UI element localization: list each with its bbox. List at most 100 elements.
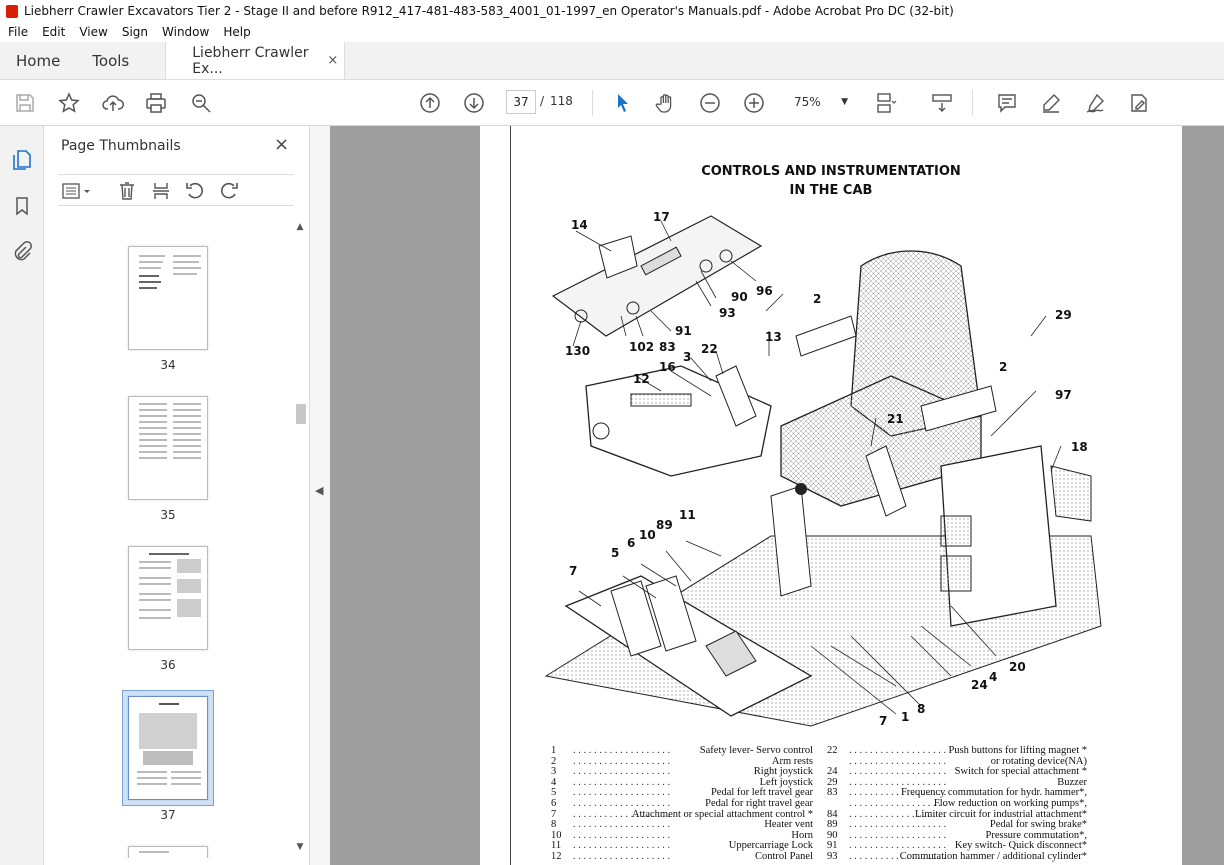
- thumbnail-page[interactable]: [128, 246, 208, 350]
- callout-label: 18: [1071, 440, 1088, 454]
- rotate-ccw-icon[interactable]: [184, 181, 206, 201]
- legend-number: 12: [551, 850, 562, 862]
- tab-tools[interactable]: Tools: [76, 42, 145, 79]
- callout-label: 24: [971, 678, 988, 692]
- thumbnail-page[interactable]: [128, 396, 208, 500]
- callout-label: 1: [901, 710, 910, 724]
- legend-leader-dots: . . . . . . . . . . . . . . . . . . . . …: [849, 830, 949, 841]
- callout-label: 3: [683, 350, 692, 364]
- delete-page-icon[interactable]: [116, 181, 138, 201]
- next-page-icon[interactable]: [462, 91, 486, 115]
- title-bar: Liebherr Crawler Excavators Tier 2 - Sta…: [0, 0, 1224, 22]
- page-separator: /: [540, 94, 545, 108]
- tab-home[interactable]: Home: [0, 42, 76, 79]
- bookmark-star-icon[interactable]: [57, 91, 81, 115]
- callout-label: 93: [719, 306, 736, 320]
- acrobat-app-icon: [6, 4, 18, 18]
- rotate-cw-icon[interactable]: [218, 181, 240, 201]
- menu-sign[interactable]: Sign: [122, 25, 148, 39]
- zoom-out-icon[interactable]: [698, 91, 722, 115]
- draw-sign-icon[interactable]: [1083, 91, 1107, 115]
- navigation-rail: [0, 126, 44, 865]
- legend-row: 12 . . . . . . . . . . . . . . . . . . . …: [551, 850, 813, 863]
- options-menu-icon[interactable]: [60, 181, 94, 201]
- page-thumbnails-icon[interactable]: [10, 148, 34, 172]
- legend-leader-dots: . . . . . . . . . . . . . . . . . . . . …: [573, 746, 673, 756]
- scrollbar-thumb[interactable]: [296, 404, 306, 424]
- menu-window[interactable]: Window: [162, 25, 209, 39]
- main-toolbar: 37 / 118 75% ▼: [0, 80, 1224, 126]
- select-cursor-icon[interactable]: [610, 91, 634, 115]
- thumbnail-label: 34: [160, 358, 176, 372]
- legend-leader-dots: . . . . . . . . . . . . . . . . . . . . …: [849, 756, 949, 767]
- thumbnail-page-selected[interactable]: [128, 696, 208, 800]
- page-heading-line1: CONTROLS AND INSTRUMENTATION: [701, 164, 961, 179]
- legend-left-column: 1 . . . . . . . . . . . . . . . . . . . .…: [551, 745, 813, 863]
- tab-bar: Home Tools Liebherr Crawler Ex... ×: [0, 42, 1224, 80]
- thumbnail-page[interactable]: [128, 546, 208, 650]
- thumbnail-scrollbar[interactable]: ▲ ▼: [294, 222, 306, 856]
- scroll-mode-icon[interactable]: [930, 91, 954, 115]
- print-icon[interactable]: [144, 91, 168, 115]
- thumbnail-page[interactable]: [128, 846, 208, 858]
- legend-row: 93. . . . . . . . . . . . . . . . . . . …: [827, 851, 1087, 863]
- page-display-icon[interactable]: [874, 91, 898, 115]
- zoom-search-icon[interactable]: [189, 91, 213, 115]
- previous-page-icon[interactable]: [418, 91, 442, 115]
- upload-cloud-icon[interactable]: [101, 91, 125, 115]
- callout-label: 2: [999, 360, 1008, 374]
- page-number-input[interactable]: 37: [506, 90, 536, 114]
- tab-close-icon[interactable]: ×: [327, 53, 338, 68]
- menu-help[interactable]: Help: [223, 25, 250, 39]
- zoom-select[interactable]: 75% ▼: [788, 90, 854, 114]
- legend-row: 1 . . . . . . . . . . . . . . . . . . . .…: [551, 745, 813, 757]
- legend-number: 22: [827, 745, 838, 756]
- legend-row: 8. . . . . . . . . . . . . . . . . . . .…: [551, 820, 813, 831]
- callout-label: 11: [679, 508, 696, 522]
- callout-label: 8: [917, 702, 926, 716]
- callout-label: 17: [653, 210, 670, 224]
- tab-document-label: Liebherr Crawler Ex...: [192, 44, 309, 77]
- legend-leader-dots: . . . . . . . . . . . . . . . . . . . . …: [573, 841, 673, 852]
- panel-close-icon[interactable]: ×: [274, 134, 289, 155]
- thumbnail-panel: Page Thumbnails × 34 35 36 37 ▲ ▼: [44, 126, 310, 865]
- page-heading-line2: IN THE CAB: [789, 183, 873, 198]
- highlight-pen-icon[interactable]: [1039, 91, 1063, 115]
- total-pages: 118: [550, 94, 573, 108]
- fill-sign-icon[interactable]: [1127, 91, 1151, 115]
- chevron-left-icon[interactable]: ◀: [315, 484, 323, 497]
- document-viewer[interactable]: CONTROLS AND INSTRUMENTATION IN THE CAB: [330, 126, 1224, 865]
- thumbnail-list: 34 35 36 37: [58, 226, 290, 858]
- cab-controls-illustration: [544, 215, 1102, 727]
- menu-view[interactable]: View: [79, 25, 107, 39]
- tab-document[interactable]: Liebherr Crawler Ex... ×: [165, 42, 346, 79]
- callout-label: 6: [627, 536, 636, 550]
- menu-file[interactable]: File: [8, 25, 28, 39]
- legend-leader-dots: . . . . . . . . . . . . . . . . . . . . …: [849, 820, 949, 831]
- zoom-value: 75%: [794, 95, 821, 109]
- callout-label: 20: [1009, 660, 1026, 674]
- callout-label: 16: [659, 360, 676, 374]
- callout-label: 90: [731, 290, 748, 304]
- chevron-up-icon[interactable]: ▲: [294, 222, 306, 232]
- chevron-down-icon: ▼: [841, 97, 848, 107]
- chevron-down-icon[interactable]: ▼: [294, 842, 306, 852]
- legend-leader-dots: . . . . . . . . . . . . . . . . . . . . …: [573, 820, 673, 831]
- bookmarks-icon[interactable]: [10, 194, 34, 218]
- zoom-in-icon[interactable]: [742, 91, 766, 115]
- hand-tool-icon[interactable]: [654, 91, 678, 115]
- legend-text: Flow reduction on working pumps*,: [933, 797, 1087, 809]
- attachments-icon[interactable]: [10, 240, 34, 264]
- comment-icon[interactable]: [995, 91, 1019, 115]
- panel-collapse-handle[interactable]: ◀: [310, 126, 330, 865]
- window-title: Liebherr Crawler Excavators Tier 2 - Sta…: [24, 4, 954, 18]
- legend-leader-dots: . . . . . . . . . . . . . . . . . . . . …: [573, 830, 673, 841]
- menu-bar: File Edit View Sign Window Help: [0, 22, 1224, 42]
- save-icon[interactable]: [13, 91, 37, 115]
- callout-label: 130: [565, 344, 591, 358]
- extract-pages-icon[interactable]: [150, 181, 172, 201]
- callout-label: 96: [756, 284, 773, 298]
- legend-leader-dots: . . . . . . . . . . . . . . . . . . . . …: [573, 756, 673, 767]
- callout-label: 29: [1055, 308, 1072, 322]
- menu-edit[interactable]: Edit: [42, 25, 65, 39]
